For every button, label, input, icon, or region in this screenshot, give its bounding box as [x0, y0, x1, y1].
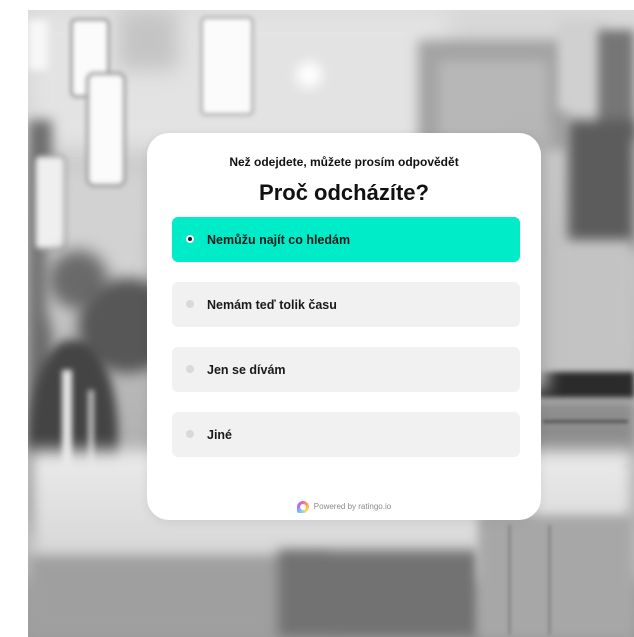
- survey-title: Proč odcházíte?: [259, 180, 429, 205]
- bg-upper-cabinet-panel: [438, 60, 548, 140]
- exit-survey-card: Než odejdete, můžete prosím odpovědět Pr…: [147, 133, 541, 520]
- survey-option-no-time[interactable]: Nemám teď tolik času: [172, 282, 520, 327]
- powered-by-footer: Powered by ratingo.io: [147, 500, 541, 514]
- bg-cabinet-doors: [278, 550, 478, 637]
- ratingo-logo-icon: [296, 501, 309, 513]
- survey-option-cant-find[interactable]: Nemůžu najít co hledám: [172, 217, 520, 262]
- survey-option-other[interactable]: Jiné: [172, 412, 520, 457]
- radio-button[interactable]: [186, 300, 194, 308]
- survey-option-label: Nemůžu najít co hledám: [207, 232, 351, 247]
- radio-button[interactable]: [186, 235, 194, 243]
- survey-subtitle: Než odejdete, můžete prosím odpovědět: [229, 155, 459, 169]
- survey-option-label: Nemám teď tolik času: [207, 297, 337, 312]
- bg-wood-line: [508, 525, 511, 635]
- radio-button[interactable]: [186, 365, 194, 373]
- bg-ceiling-light-patch: [28, 20, 48, 70]
- survey-option-label: Jen se dívám: [207, 362, 286, 377]
- bg-range-hood: [568, 120, 634, 250]
- bg-pendant-light: [200, 16, 254, 116]
- bg-ceiling-shadow: [118, 10, 178, 70]
- bg-backsplash: [533, 240, 634, 380]
- bg-stove: [538, 372, 634, 398]
- radio-button[interactable]: [186, 430, 194, 438]
- survey-option-just-browsing[interactable]: Jen se dívám: [172, 347, 520, 392]
- bg-pendant-light: [86, 72, 126, 187]
- bg-wood-line: [548, 525, 551, 635]
- bg-cabinet-line: [543, 420, 628, 423]
- survey-option-label: Jiné: [207, 427, 233, 442]
- powered-by-link[interactable]: Powered by ratingo.io: [314, 502, 391, 512]
- bg-light-spot: [296, 62, 322, 88]
- bg-pendant-light: [34, 155, 66, 250]
- bg-wood-cabinet: [478, 515, 634, 637]
